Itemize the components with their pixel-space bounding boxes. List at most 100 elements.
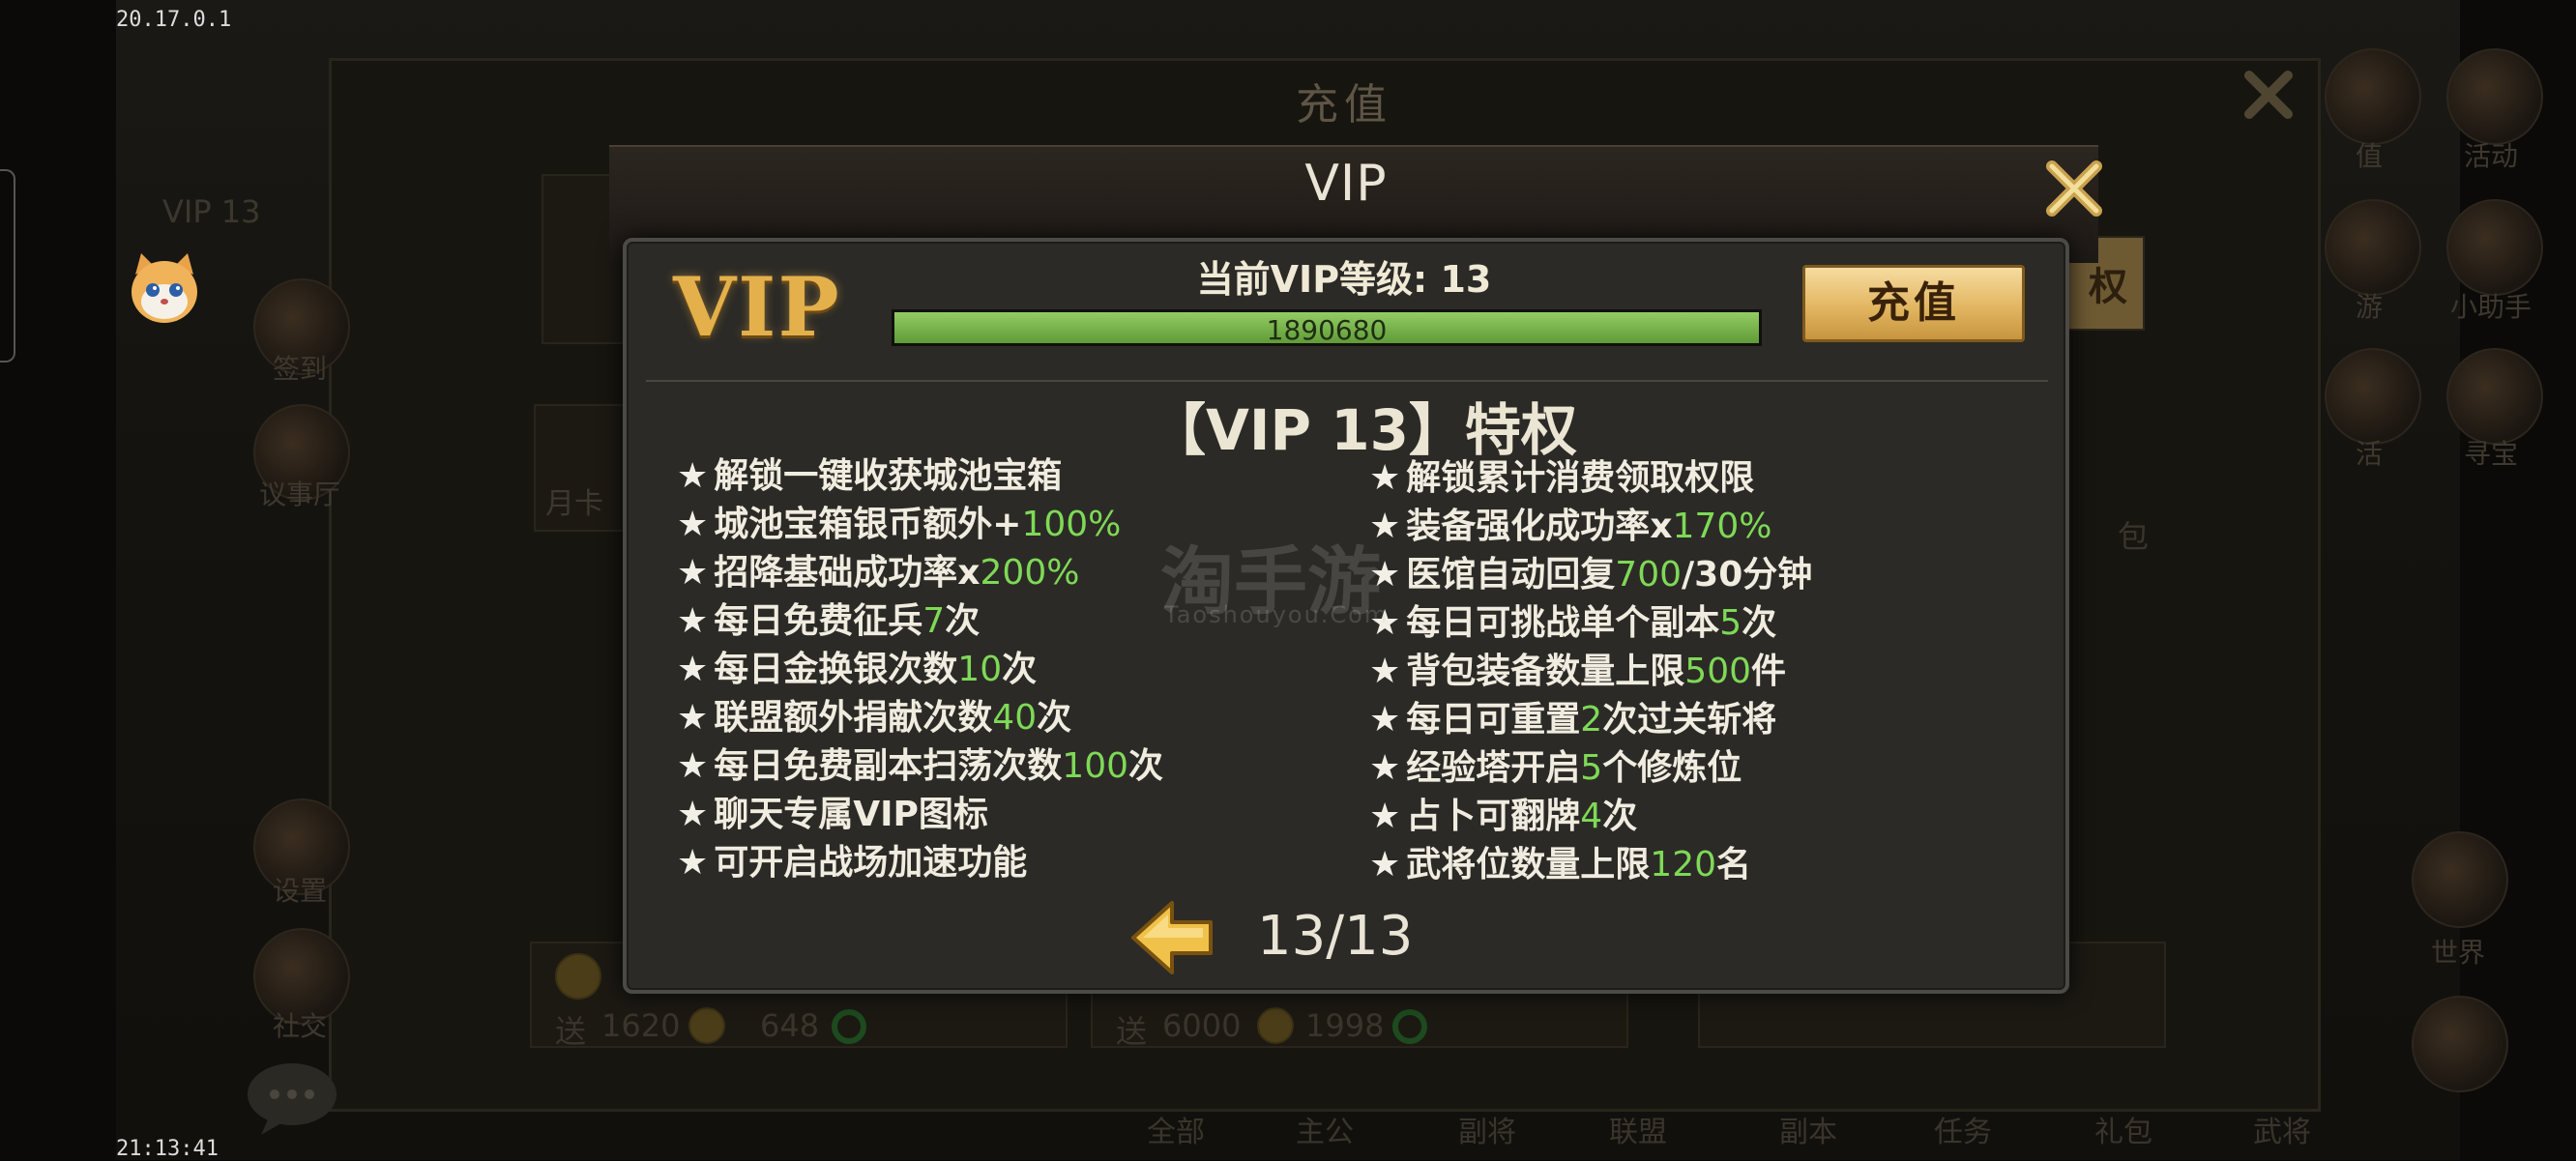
bottom-tab-gift[interactable]: 礼包 bbox=[2094, 1108, 2152, 1150]
game-side-icon[interactable] bbox=[2325, 199, 2421, 296]
privilege-item: ★ 每日可重置2次过关斩将 bbox=[1369, 696, 2065, 744]
bottom-tab-quest[interactable]: 任务 bbox=[1934, 1108, 1992, 1150]
privilege-suffix: 次 bbox=[1742, 603, 1777, 643]
privilege-value: 100% bbox=[1021, 505, 1122, 544]
privilege-item: ★ 武将位数量上限120名 bbox=[1369, 841, 2065, 889]
cat-avatar-icon[interactable] bbox=[128, 249, 201, 327]
bottom-tab-dungeon[interactable]: 副本 bbox=[1779, 1108, 1837, 1150]
star-icon: ★ bbox=[677, 746, 709, 786]
world-map-icon[interactable] bbox=[2412, 996, 2508, 1092]
bottom-tab-alliance[interactable]: 联盟 bbox=[1609, 1108, 1667, 1150]
privilege-suffix: 件 bbox=[1751, 652, 1787, 691]
star-icon: ★ bbox=[1369, 845, 1401, 885]
star-icon: ★ bbox=[677, 650, 709, 689]
world-icon[interactable] bbox=[2412, 831, 2508, 928]
privilege-item: ★ 经验塔开启5个修炼位 bbox=[1369, 744, 2065, 793]
bottom-tab-lord[interactable]: 主公 bbox=[1296, 1108, 1354, 1150]
privilege-value: 40 bbox=[992, 698, 1038, 738]
privilege-value: 2 bbox=[1580, 700, 1603, 740]
privilege-value: 200% bbox=[980, 553, 1080, 593]
recharge-side-icon[interactable] bbox=[2325, 48, 2421, 145]
recharge-button[interactable]: 充值 bbox=[1802, 265, 2025, 342]
card-2-amount: 6000 bbox=[1162, 1007, 1242, 1044]
privilege-text: 占卜可翻牌 bbox=[1406, 797, 1581, 836]
month-card-strip[interactable]: 月卡 bbox=[534, 404, 627, 532]
star-icon: ★ bbox=[677, 505, 709, 544]
privilege-item: ★ 联盟额外捐献次数40次 bbox=[677, 694, 1373, 742]
background-close-icon[interactable] bbox=[2241, 68, 2296, 122]
treasure-label: 寻宝 bbox=[2463, 438, 2518, 470]
small-coin-icon bbox=[688, 1007, 725, 1044]
privilege-item: ★ 可开启战场加速功能 bbox=[677, 839, 1373, 887]
star-icon: ★ bbox=[1369, 652, 1401, 691]
privilege-text: 每日可挑战单个副本 bbox=[1406, 603, 1720, 643]
privilege-item: ★ 解锁累计消费领取权限 bbox=[1369, 454, 2065, 503]
star-icon: ★ bbox=[1369, 797, 1401, 836]
assistant-icon[interactable] bbox=[2446, 199, 2543, 296]
privilege-text: 解锁一键收获城池宝箱 bbox=[714, 456, 1063, 496]
star-icon: ★ bbox=[677, 795, 709, 834]
world-label: 世界 bbox=[2430, 937, 2485, 969]
social-label: 社交 bbox=[272, 1010, 327, 1042]
privilege-text: 城池宝箱银币额外+ bbox=[714, 505, 1022, 544]
privilege-item: ★ 医馆自动回复700/30分钟 bbox=[1369, 551, 2065, 599]
chat-bubble-icon[interactable] bbox=[244, 1059, 340, 1137]
star-icon: ★ bbox=[677, 698, 709, 738]
status-top-left: 20.17.0.1 bbox=[116, 8, 232, 32]
modal-title: VIP bbox=[1304, 155, 1388, 213]
privilege-text: 经验塔开启 bbox=[1406, 748, 1581, 788]
privilege-value: 4 bbox=[1580, 797, 1603, 836]
bottom-tab-general[interactable]: 武将 bbox=[2253, 1108, 2311, 1150]
vip-progress-value: 1890680 bbox=[1266, 314, 1388, 346]
privilege-suffix: 次 bbox=[1002, 650, 1038, 689]
privilege-item: ★ 每日金换银次数10次 bbox=[677, 646, 1373, 694]
privilege-item: ★ 解锁一键收获城池宝箱 bbox=[677, 452, 1373, 501]
bottom-tab-all[interactable]: 全部 bbox=[1147, 1108, 1205, 1150]
left-privilege-list: ★ 解锁一键收获城池宝箱 ★ 城池宝箱银币额外+100% ★ 招降基础成功率x200% ★ 每… bbox=[677, 452, 1373, 887]
card-1-jade: 648 bbox=[760, 1007, 820, 1044]
council-label: 议事厅 bbox=[258, 479, 340, 510]
assistant-label: 小助手 bbox=[2449, 291, 2532, 323]
close-icon[interactable] bbox=[2042, 157, 2106, 220]
privilege-suffix: 次 bbox=[1037, 698, 1072, 738]
privilege-text: 医馆自动回复 bbox=[1406, 555, 1616, 595]
privilege-value: 700 bbox=[1615, 555, 1683, 595]
privilege-value: 7 bbox=[922, 601, 946, 641]
star-icon: ★ bbox=[1369, 748, 1401, 788]
privilege-suffix: 次过关斩将 bbox=[1602, 700, 1777, 740]
privilege-item: ★ 占卜可翻牌4次 bbox=[1369, 793, 2065, 841]
privilege-suffix: 名 bbox=[1716, 845, 1752, 885]
right-privilege-list: ★ 解锁累计消费领取权限 ★ 装备强化成功率x170% ★ 医馆自动回复700/30分钟 ★… bbox=[1369, 454, 2065, 889]
privilege-text: 联盟额外捐献次数 bbox=[714, 698, 993, 738]
event-side-label: 活 bbox=[2355, 438, 2383, 470]
privilege-item: ★ 每日免费副本扫荡次数100次 bbox=[677, 742, 1373, 791]
jade-icon bbox=[832, 1009, 866, 1044]
checkin-label: 签到 bbox=[272, 353, 327, 385]
star-icon: ★ bbox=[677, 456, 709, 496]
event-side-icon[interactable] bbox=[2325, 348, 2421, 445]
edge-handle[interactable] bbox=[0, 169, 15, 363]
vip-logo: VIP bbox=[673, 259, 841, 355]
privilege-item: ★ 聊天专属VIP图标 bbox=[677, 791, 1373, 839]
previous-page-arrow-icon[interactable] bbox=[1129, 899, 1215, 976]
privilege-text: 每日免费征兵 bbox=[714, 601, 923, 641]
privilege-suffix: 次 bbox=[945, 601, 981, 641]
activity-icon[interactable] bbox=[2446, 48, 2543, 145]
settings-label: 设置 bbox=[272, 875, 327, 907]
current-vip-level: 当前VIP等级: 13 bbox=[1196, 258, 1492, 301]
privilege-text: 背包装备数量上限 bbox=[1406, 652, 1685, 691]
recharge-panel-title: 充值 bbox=[1296, 80, 1392, 130]
small-coin-icon bbox=[1257, 1007, 1294, 1044]
privilege-suffix: 个修炼位 bbox=[1602, 748, 1742, 788]
bottom-tab-deputy[interactable]: 副将 bbox=[1458, 1108, 1516, 1150]
privilege-item: ★ 背包装备数量上限500件 bbox=[1369, 648, 2065, 696]
month-card-label: 月卡 bbox=[545, 487, 603, 521]
treasure-icon[interactable] bbox=[2446, 348, 2543, 445]
watermark-subtext: Taoshouyou.Com bbox=[1164, 601, 1390, 628]
card-1-amount: 1620 bbox=[601, 1007, 681, 1044]
recharge-side-label: 值 bbox=[2355, 140, 2383, 172]
privilege-suffix: 次 bbox=[1602, 797, 1638, 836]
jade-icon bbox=[1392, 1009, 1427, 1044]
privilege-value: 5 bbox=[1580, 748, 1603, 788]
privilege-text: 每日可重置 bbox=[1406, 700, 1581, 740]
